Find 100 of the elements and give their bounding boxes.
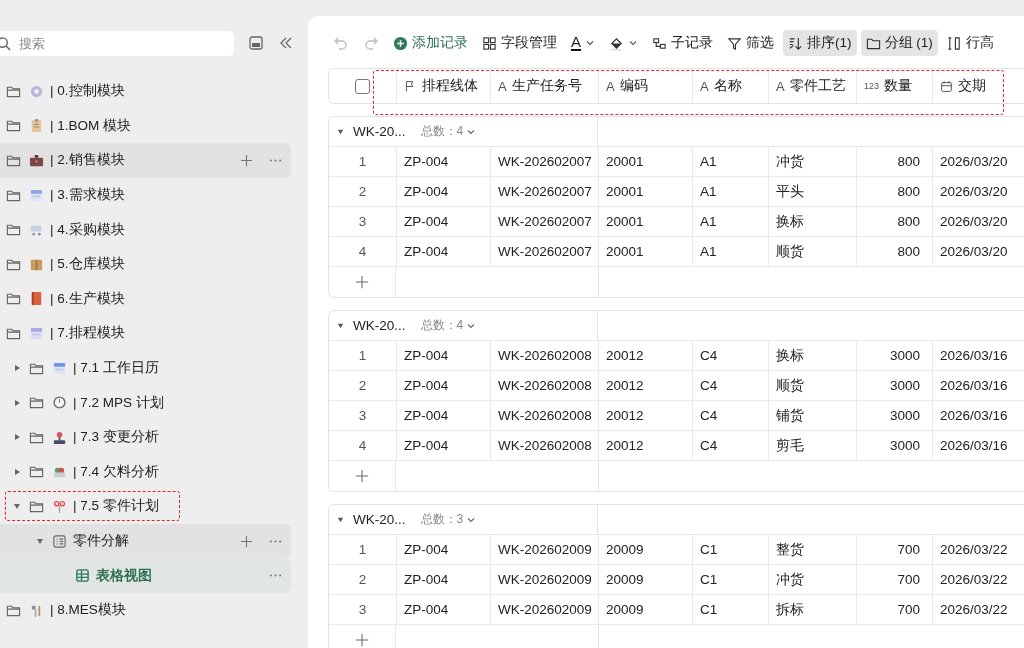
table-cell: 20009 xyxy=(598,595,692,624)
subrecord-button[interactable]: 子记录 xyxy=(647,30,718,56)
sidebar-item[interactable]: | 4.采购模块 xyxy=(0,212,291,247)
collapse-arrow-icon[interactable] xyxy=(337,128,344,135)
table-cell: WK-202602008 xyxy=(490,371,598,400)
table-cell: ZP-004 xyxy=(396,237,490,266)
folder-icon xyxy=(6,222,21,238)
table-cell: 700 xyxy=(856,535,932,564)
calendar-icon xyxy=(940,79,953,93)
calendar-icon xyxy=(29,187,44,203)
column-header[interactable]: A 生产任务号 xyxy=(490,69,598,103)
sidebar-item[interactable]: | 1.BOM 模块 xyxy=(0,108,291,144)
table-cell: ZP-004 xyxy=(396,535,490,564)
add-button[interactable]: 添加记录 xyxy=(388,30,473,56)
sidebar-item[interactable]: | 5.仓库模块 xyxy=(0,246,291,282)
book-icon xyxy=(29,291,44,307)
column-title: 名称 xyxy=(713,77,742,95)
table-cell: 800 xyxy=(856,237,932,266)
sidebar-item[interactable]: | 7.2 MPS 计划 xyxy=(0,385,291,420)
expand-arrow-icon[interactable] xyxy=(13,433,21,442)
table-cell: A1 xyxy=(692,207,768,236)
list-icon xyxy=(52,533,67,549)
expand-arrow-icon[interactable] xyxy=(13,398,21,407)
table-cell: WK-202602009 xyxy=(490,535,598,564)
expand-arrow-icon[interactable] xyxy=(13,364,21,373)
column-title: 零件工艺 xyxy=(789,77,846,95)
panel-icon[interactable] xyxy=(248,35,264,51)
search-field[interactable]: 搜索 xyxy=(0,30,234,56)
expand-arrow-icon[interactable] xyxy=(13,467,21,476)
font-color-button[interactable]: A xyxy=(566,30,600,56)
sidebar-item[interactable]: | 7.1 工作日历 xyxy=(0,350,291,386)
table-cell: 20001 xyxy=(598,207,692,236)
column-header[interactable]: 123 数量 xyxy=(856,69,932,103)
table-cell: 800 xyxy=(856,147,932,176)
sidebar-item[interactable]: | 8.MES模块 xyxy=(0,592,291,628)
table-cell: WK-202602008 xyxy=(490,401,598,430)
table-cell: 20009 xyxy=(598,565,692,594)
gear-icon xyxy=(29,83,44,99)
row-number: 4 xyxy=(357,437,368,455)
column-header[interactable]: A 名称 xyxy=(692,69,768,103)
select-all-checkbox[interactable] xyxy=(355,78,370,94)
expand-arrow-icon[interactable] xyxy=(13,502,21,511)
table-cell: 3000 xyxy=(856,401,932,430)
column-title: 数量 xyxy=(884,77,913,95)
sidebar-item[interactable]: | 0.控制模块 xyxy=(0,74,291,109)
column-header[interactable]: 交期 xyxy=(932,69,1024,103)
sidebar-item[interactable]: 零件分解 xyxy=(0,523,291,559)
field-type-label: A xyxy=(498,78,507,94)
table-cell: 700 xyxy=(856,565,932,594)
field-type-label: 123 xyxy=(864,81,880,91)
collapse-arrow-icon[interactable] xyxy=(337,516,344,523)
sidebar-item[interactable]: | 3.需求模块 xyxy=(0,177,291,213)
table-cell: 20001 xyxy=(598,237,692,266)
add-icon[interactable] xyxy=(239,153,254,168)
table-cell: 2026/03/20 xyxy=(932,177,1024,206)
plus-circle-icon xyxy=(393,35,408,51)
table-cell: C4 xyxy=(692,371,768,400)
group-button[interactable]: 分组 (1) xyxy=(860,30,938,56)
sidebar-item[interactable]: | 7.3 变更分析 xyxy=(0,419,291,455)
sidebar-item[interactable]: 表格视图 xyxy=(0,558,291,593)
sidebar-item[interactable]: | 6.生产模块 xyxy=(0,281,291,317)
row-height-button[interactable]: 行高 xyxy=(941,30,999,56)
column-title: 生产任务号 xyxy=(511,77,582,95)
sidebar-item[interactable]: | 2.销售模块 xyxy=(0,143,291,178)
table-cell: WK-202602008 xyxy=(490,431,598,460)
row-number: 3 xyxy=(357,213,368,231)
table-cell: ZP-004 xyxy=(396,565,490,594)
table-cell: ZP-004 xyxy=(396,341,490,370)
table-cell: C1 xyxy=(692,535,768,564)
table-cell: 20012 xyxy=(598,371,692,400)
table-cell: 铺货 xyxy=(768,401,856,430)
collapse-arrow-icon[interactable] xyxy=(337,322,344,329)
column-title: 排程线体 xyxy=(422,77,478,95)
column-header[interactable]: A 零件工艺 xyxy=(768,69,856,103)
table-cell: WK-202602007 xyxy=(490,147,598,176)
table-cell: 冲货 xyxy=(768,565,856,594)
fields-button[interactable]: 字段管理 xyxy=(477,30,562,56)
table-cell: 2026/03/20 xyxy=(932,147,1024,176)
sidebar-item[interactable]: | 7.4 欠料分析 xyxy=(0,454,291,490)
table-cell: ZP-004 xyxy=(396,371,490,400)
sidebar-item[interactable]: | 7.排程模块 xyxy=(0,316,291,351)
collapse-icon[interactable] xyxy=(278,35,294,51)
search-input[interactable]: 搜索 xyxy=(17,34,201,52)
add-row-icon[interactable] xyxy=(355,275,369,289)
add-row-icon[interactable] xyxy=(355,633,369,647)
table-cell: 2026/03/16 xyxy=(932,371,1024,400)
column-header[interactable]: 排程线体 xyxy=(396,69,490,103)
sidebar-item[interactable]: | 7.5 零件计划 xyxy=(0,489,291,524)
column-title: 交期 xyxy=(958,77,986,95)
column-header[interactable]: A 编码 xyxy=(598,69,692,103)
expand-arrow-icon[interactable] xyxy=(36,537,44,545)
briefcase-icon xyxy=(29,153,44,168)
add-row-icon[interactable] xyxy=(355,469,369,483)
table-cell: WK-202602007 xyxy=(490,207,598,236)
table-cell: 平头 xyxy=(768,177,856,206)
sort-button[interactable]: 排序(1) xyxy=(783,30,857,56)
add-icon[interactable] xyxy=(239,533,254,549)
folder-icon xyxy=(29,464,44,480)
filter-button[interactable]: 筛选 xyxy=(722,30,779,56)
group-title: WK-20... xyxy=(353,512,406,527)
